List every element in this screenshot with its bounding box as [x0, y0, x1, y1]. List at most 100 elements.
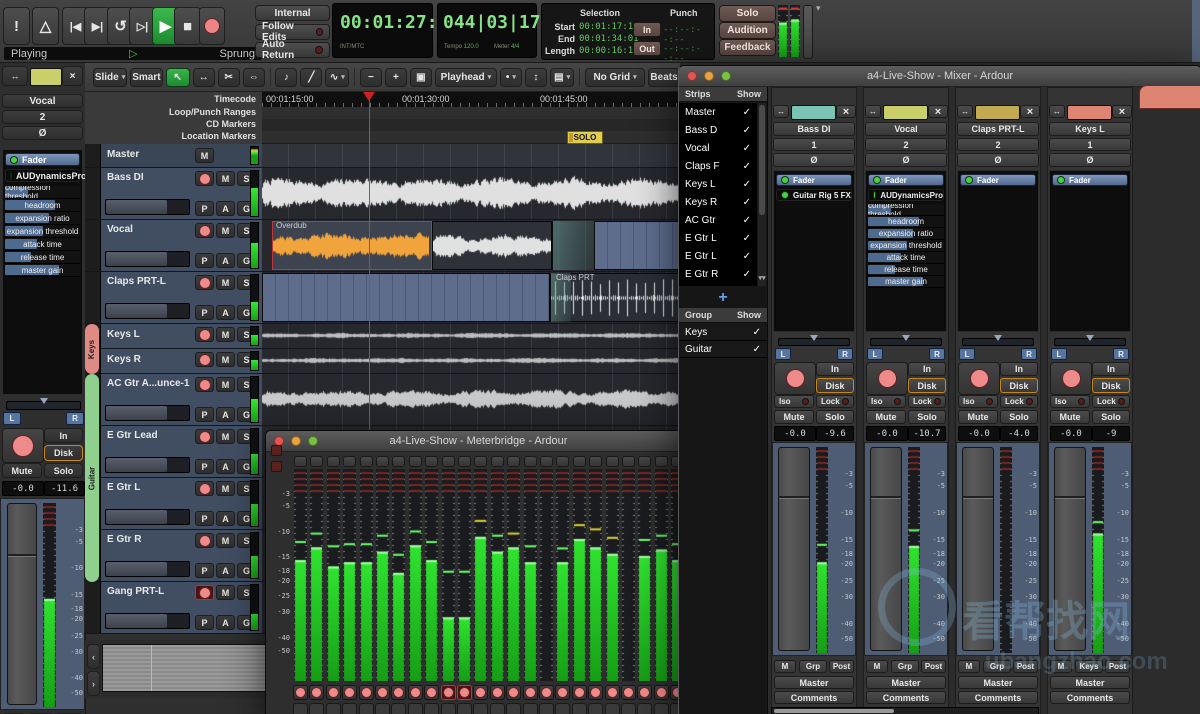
track-name[interactable]: E Gtr Lead — [107, 430, 158, 441]
edit-mode-dropdown[interactable]: Slide ▾ — [93, 67, 128, 87]
strip-name-button[interactable]: Claps PRT-L — [957, 122, 1039, 136]
narrow-strip-button[interactable]: ↔ — [1049, 105, 1065, 118]
gain-fader[interactable] — [7, 503, 37, 705]
edit-point-dropdown[interactable]: • ▾ — [499, 67, 522, 87]
hide-strip-button[interactable]: × — [1020, 105, 1040, 118]
metering-point-button[interactable]: M — [958, 660, 980, 673]
track-name[interactable]: Gang PRT-L — [107, 586, 164, 597]
a-button[interactable]: A — [216, 305, 235, 320]
zoom-window-button[interactable] — [721, 71, 731, 81]
bridge-channel-button[interactable] — [458, 456, 471, 467]
bridge-channel-button[interactable] — [310, 456, 324, 467]
mute-button[interactable]: Mute — [958, 410, 998, 424]
p-button[interactable]: P — [195, 253, 214, 268]
group-tab-Guitar[interactable]: Guitar — [85, 374, 99, 582]
bridge-channel-button[interactable] — [474, 456, 488, 467]
plugin-param[interactable]: headroom — [868, 216, 944, 228]
bridge-record-arm-button[interactable] — [489, 685, 505, 700]
strip-phase-button[interactable]: Ø — [2, 126, 83, 140]
p-button[interactable]: P — [195, 563, 214, 578]
track-header-Claps-PRT-L[interactable]: Claps PRT-L M S P A G — [85, 272, 262, 324]
solo-isolate-button[interactable]: Iso — [866, 395, 906, 408]
solo-lock-button[interactable]: Lock — [1000, 395, 1038, 408]
track-name[interactable]: AC Gtr A...unce-1 — [107, 378, 189, 389]
processor-box[interactable]: Fader — [957, 170, 1039, 332]
region-claps[interactable] — [262, 273, 550, 322]
bridge-channel-button[interactable] — [540, 456, 553, 467]
draw-tool-button[interactable]: ╱ — [300, 67, 323, 87]
bridge-mute-button[interactable] — [506, 703, 522, 714]
strip-list-item-Master[interactable]: Master ✓ — [679, 103, 757, 121]
pan-slider[interactable] — [778, 335, 850, 346]
track-header-E-Gtr-L[interactable]: E Gtr LMSPAG — [85, 478, 262, 530]
pan-slider[interactable] — [1054, 335, 1126, 346]
gain-fader[interactable] — [1054, 447, 1086, 651]
bridge-mute-button[interactable] — [407, 703, 423, 714]
monitor-disk-button[interactable]: Disk — [44, 445, 83, 461]
bridge-mute-button[interactable] — [293, 703, 308, 714]
bridge-channel-button[interactable] — [589, 456, 603, 467]
solo-location-marker[interactable]: SOLO — [567, 131, 603, 144]
track-lane-Master[interactable] — [262, 144, 690, 168]
record-arm-button[interactable] — [195, 223, 214, 238]
strip-list-item-Bass-D[interactable]: Bass D ✓ — [679, 121, 757, 139]
strip-phase-button[interactable]: Ø — [865, 153, 947, 167]
bridge-channel-button[interactable] — [326, 456, 340, 467]
track-name[interactable]: Claps PRT-L — [107, 276, 166, 287]
bridge-channel-button[interactable] — [392, 456, 406, 467]
post-button[interactable]: Post — [829, 660, 854, 673]
track-gain-fader[interactable] — [105, 199, 190, 215]
record-enable-button[interactable] — [866, 362, 908, 395]
region-vocal-take[interactable] — [432, 221, 552, 270]
auto-return-button[interactable]: Auto Return — [255, 39, 330, 61]
bridge-record-arm-button[interactable] — [325, 685, 341, 700]
strip-input-button[interactable]: 2 — [957, 138, 1039, 151]
bridge-channel-button[interactable] — [523, 456, 537, 467]
hide-strip-button[interactable]: × — [62, 66, 83, 86]
track-lane-Claps-PRT-L[interactable]: Claps PRT — [262, 272, 690, 324]
plugin-param[interactable]: compression threshold — [868, 204, 944, 216]
bridge-channel-button[interactable] — [622, 456, 635, 467]
bridge-channel-button[interactable] — [556, 456, 570, 467]
toolbar-chevron-icon[interactable]: ▾ — [816, 3, 821, 14]
gain-fader[interactable] — [778, 447, 810, 651]
strip-list-item-E-Gtr-L[interactable]: E Gtr L ✓ — [679, 229, 757, 247]
strip-color-swatch[interactable] — [883, 105, 928, 120]
monitor-input-button[interactable]: In — [1000, 362, 1038, 376]
ruler-timecode-label[interactable]: Timecode — [214, 94, 256, 104]
pan-right-button[interactable]: R — [66, 412, 84, 425]
strip-visibility-list[interactable]: Master ✓ Bass D ✓ Vocal ✓ Claps F ✓ Keys L ✓ Keys … — [679, 103, 757, 286]
sync-source-button[interactable]: Internal — [255, 5, 330, 21]
track-name[interactable]: E Gtr R — [107, 534, 141, 545]
mute-button[interactable]: M — [216, 481, 235, 496]
punch-out-button[interactable]: Out — [633, 41, 661, 56]
processor-box[interactable]: Fader AUDynamicsPro compression threshol… — [2, 149, 87, 395]
stretch-tool-button[interactable]: ⇔ — [242, 67, 265, 87]
zoom-out-button[interactable]: − — [359, 67, 382, 87]
bridge-record-arm-button[interactable] — [391, 685, 407, 700]
record-arm-button[interactable] — [195, 275, 214, 290]
strip-list-item-Keys-R[interactable]: Keys R ✓ — [679, 193, 757, 211]
cut-tool-button[interactable]: ✂ — [217, 67, 240, 87]
metering-point-button[interactable]: M — [1050, 660, 1072, 673]
gain-display[interactable]: -0.0 — [774, 426, 816, 441]
cd-markers-ruler[interactable] — [262, 119, 690, 131]
bridge-mute-button[interactable] — [637, 703, 653, 714]
gain-display[interactable]: -0.0 — [866, 426, 908, 441]
track-gain-fader[interactable] — [105, 405, 190, 421]
bridge-mute-button[interactable] — [522, 703, 538, 714]
plugin-param-expansion-ratio[interactable]: expansion ratio — [5, 212, 80, 225]
plugin-param-headroom[interactable]: headroom — [5, 199, 80, 212]
solo-isolate-button[interactable]: Iso — [958, 395, 998, 408]
bridge-channel-button[interactable] — [359, 456, 373, 467]
bridge-channel-button[interactable] — [425, 456, 439, 467]
bridge-record-arm-button[interactable] — [358, 685, 374, 700]
output-button[interactable]: Master — [958, 676, 1038, 689]
mute-button[interactable]: M — [216, 377, 235, 392]
bridge-channel-button[interactable] — [408, 456, 422, 467]
bridge-mute-button[interactable] — [621, 703, 636, 714]
plugin-param-release-time[interactable]: release time — [5, 251, 80, 264]
ruler-loop-punch-label[interactable]: Loop/Punch Ranges — [169, 107, 256, 117]
audition-tool-button[interactable]: ♪ — [275, 67, 298, 87]
strip-name-button[interactable]: Vocal — [2, 94, 83, 108]
